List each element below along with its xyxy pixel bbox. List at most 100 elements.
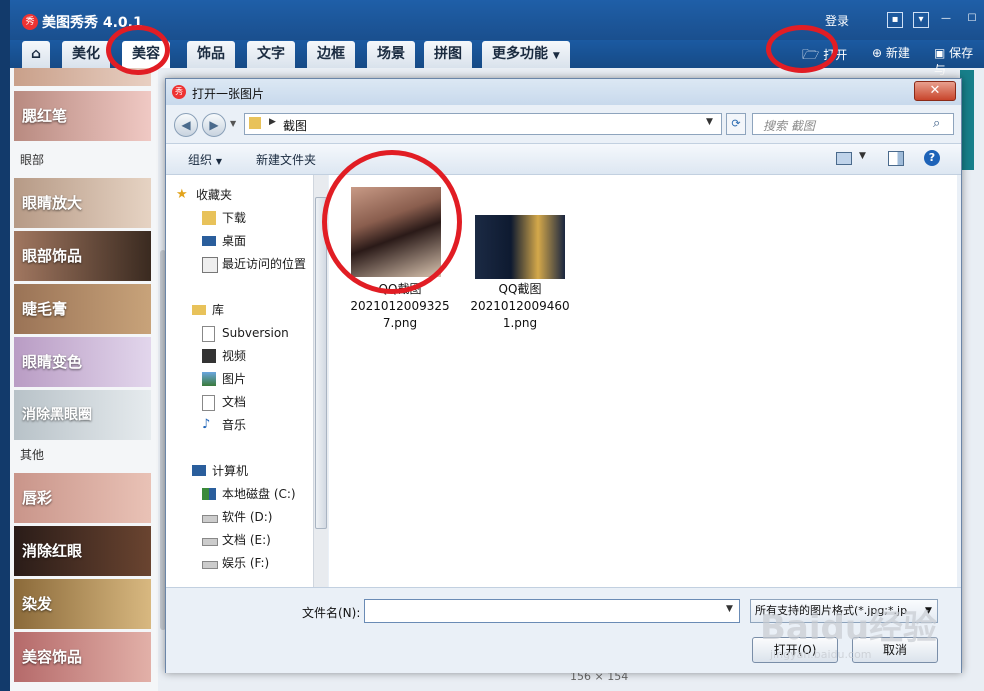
filename-label: 文件名(N): — [302, 606, 361, 620]
chevron-down-icon[interactable]: ▼ — [859, 151, 866, 161]
downloads-folder-icon — [202, 211, 216, 225]
nav-favorites[interactable]: ★ 收藏夹 — [176, 185, 316, 205]
address-bar[interactable]: ▶ 截图 ▼ — [244, 113, 722, 135]
forward-icon[interactable]: ▶ — [202, 113, 226, 137]
tab-more-label: 更多功能 — [492, 46, 548, 62]
back-icon[interactable]: ◀ — [174, 113, 198, 137]
navigation-pane: ★ 收藏夹 下载 桌面 最近访问的位置 库 Subversion 视频 图片 文档… — [166, 175, 314, 587]
search-placeholder: 搜索 截图 — [763, 119, 815, 133]
nav-scrollbar-thumb[interactable] — [315, 197, 327, 529]
nav-label: 文档 — [222, 395, 247, 409]
home-tab[interactable]: ⌂ — [22, 41, 50, 68]
nav-label: 计算机 — [212, 464, 249, 478]
tool-makeup-accessory[interactable]: 美容饰品 — [14, 632, 151, 682]
recent-dropdown-icon[interactable]: ▼ — [230, 119, 236, 128]
tab-beautify[interactable]: 美化 — [62, 41, 110, 68]
breadcrumb-arrow-icon[interactable]: ▶ — [269, 117, 276, 127]
file-name-line: 2021012009325 — [350, 299, 450, 313]
home-icon: ⌂ — [30, 46, 42, 62]
preview-pane-icon[interactable] — [888, 151, 904, 166]
nav-label: 最近访问的位置 — [222, 257, 307, 271]
annotation-circle — [766, 25, 838, 73]
minimize-icon[interactable]: — — [939, 12, 953, 26]
chevron-down-icon[interactable]: ▼ — [706, 117, 713, 127]
tool-eye-enlarge[interactable]: 眼睛放大 — [14, 178, 151, 228]
section-other: 其他 — [20, 448, 45, 462]
tab-more[interactable]: 更多功能 ▼ — [482, 41, 570, 68]
file-name-line: 2021012009460 — [470, 299, 570, 313]
tool-blush[interactable]: 腮红笔 — [14, 91, 151, 141]
search-icon[interactable]: ⌕ — [933, 116, 940, 131]
nav-label: 音乐 — [222, 418, 247, 432]
star-icon: ★ — [176, 187, 188, 202]
windows-drive-icon — [202, 488, 216, 500]
tab-scene[interactable]: 场景 — [367, 41, 415, 68]
drive-icon — [202, 515, 218, 523]
chevron-down-icon[interactable]: ▼ — [726, 604, 733, 614]
nav-libraries[interactable]: 库 — [192, 300, 332, 320]
tool-red-eye[interactable]: 消除红眼 — [14, 526, 151, 576]
music-icon: ♪ — [202, 417, 211, 432]
nav-label: 库 — [212, 303, 225, 317]
watermark-logo: Baidu经验 — [760, 608, 938, 648]
folder-icon — [249, 117, 261, 129]
help-icon[interactable]: ? — [924, 150, 940, 166]
dialog-title: 打开一张图片 — [192, 87, 265, 101]
file-item[interactable]: QQ截图 2021012009460 1.png — [465, 181, 595, 331]
nav-label: 下载 — [222, 211, 247, 225]
computer-icon — [192, 465, 206, 476]
tab-text[interactable]: 文字 — [247, 41, 295, 68]
feedback-icon[interactable]: ▪ — [887, 12, 903, 28]
nav-label: 桌面 — [222, 234, 247, 248]
chevron-down-icon: ▼ — [552, 51, 560, 61]
section-eye: 眼部 — [20, 153, 45, 167]
organize-label: 组织 — [188, 153, 213, 167]
annotation-circle — [322, 150, 462, 294]
canvas-edge — [960, 70, 974, 170]
new-folder-button[interactable]: 新建文件夹 — [256, 151, 316, 168]
breadcrumb[interactable]: 截图 — [283, 117, 307, 134]
tool-mascara[interactable]: 睫毛膏 — [14, 284, 151, 334]
login-link[interactable]: 登录 — [825, 12, 849, 29]
nav-label: 本地磁盘 (C:) — [222, 487, 296, 501]
save-icon: ▣ — [934, 46, 946, 60]
tab-collage[interactable]: 拼图 — [424, 41, 472, 68]
file-name-line: 1.png — [502, 316, 538, 330]
open-file-dialog: 秀 打开一张图片 ✕ ◀ ▶ ▼ ▶ 截图 ▼ ⟳ 搜索 截图 ⌕ 组织 ▼ 新… — [165, 78, 962, 673]
nav-computer[interactable]: 计算机 — [192, 461, 332, 481]
file-name: QQ截图 2021012009460 1.png — [465, 281, 575, 332]
refresh-icon[interactable]: ⟳ — [726, 113, 746, 135]
nav-label: 收藏夹 — [196, 188, 233, 202]
tool-eye-color[interactable]: 眼睛变色 — [14, 337, 151, 387]
new-button[interactable]: ⊕ 新建 — [872, 44, 910, 61]
file-name-line: 7.png — [382, 316, 418, 330]
tool-dark-circle[interactable]: 消除黑眼圈 — [14, 390, 151, 440]
annotation-circle — [106, 25, 170, 75]
document-icon — [202, 395, 215, 411]
tool-lip-color[interactable]: 唇彩 — [14, 473, 151, 523]
drive-icon — [202, 538, 218, 546]
library-icon — [192, 305, 206, 315]
tab-border[interactable]: 边框 — [307, 41, 355, 68]
new-button-label: 新建 — [885, 46, 910, 60]
chevron-down-icon: ▼ — [215, 157, 222, 166]
organize-button[interactable]: 组织 ▼ — [188, 151, 222, 168]
close-icon[interactable]: ✕ — [914, 81, 956, 101]
picture-icon — [202, 372, 216, 386]
tab-accessories[interactable]: 饰品 — [187, 41, 235, 68]
search-input[interactable]: 搜索 截图 ⌕ — [752, 113, 954, 135]
file-name-line: QQ截图 — [498, 282, 542, 296]
maximize-icon[interactable]: ☐ — [965, 12, 979, 26]
menu-icon[interactable]: ▾ — [913, 12, 929, 28]
tool-hair-dye[interactable]: 染发 — [14, 579, 151, 629]
watermark-url: jingyan.baidu.com — [770, 648, 872, 661]
filename-field[interactable] — [364, 599, 740, 623]
save-button[interactable]: ▣ 保存与 — [934, 44, 984, 78]
nav-label: 文档 (E:) — [222, 533, 271, 547]
file-thumbnail — [475, 215, 565, 279]
view-icon[interactable] — [836, 152, 852, 165]
drive-icon — [202, 561, 218, 569]
dialog-app-icon: 秀 — [172, 85, 186, 99]
plus-circle-icon: ⊕ — [872, 46, 883, 60]
tool-eye-accessory[interactable]: 眼部饰品 — [14, 231, 151, 281]
